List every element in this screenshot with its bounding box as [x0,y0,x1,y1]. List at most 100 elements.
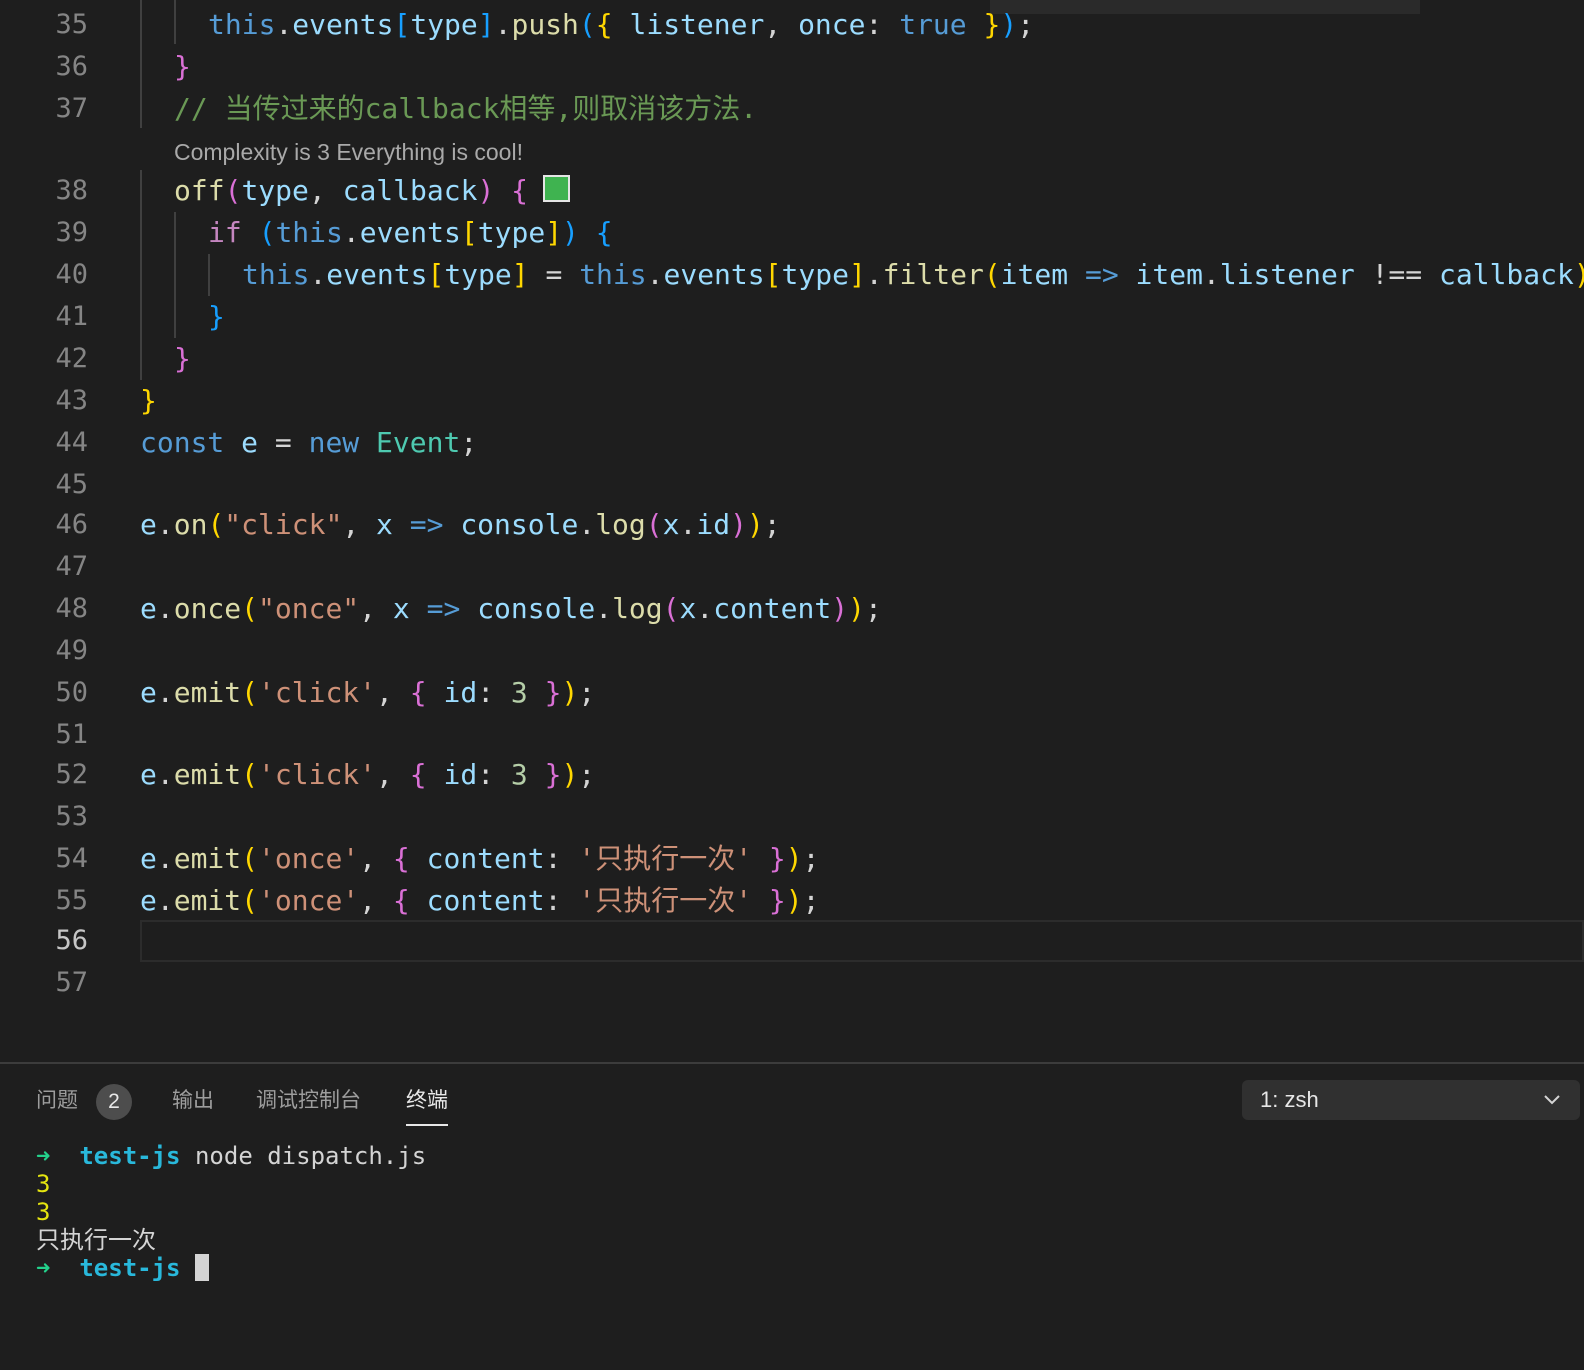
code-token: { [392,884,427,917]
code-line[interactable]: 40 this.events[type] = this.events[type].… [0,254,1584,296]
code-line[interactable]: 37 // 当传过来的callback相等,则取消该方法. [0,88,1584,130]
code-line[interactable]: 38 off(type, callback) { [0,170,1584,212]
code-token: = [528,258,580,291]
code-line[interactable]: 35 this.events[type].push({ listener, onc… [0,4,1584,46]
code-token: . [494,8,512,41]
code-text[interactable]: this.events[type] = this.events[type].fi… [242,259,1584,291]
code-text[interactable]: e.emit('once', { content: '只执行一次' }); [140,885,820,917]
code-token: item [1000,258,1069,291]
code-line[interactable]: 36} [0,46,1584,88]
code-token: } [174,50,191,83]
code-line[interactable]: 56 [0,920,1584,962]
code-token: "once" [258,592,360,625]
code-line[interactable]: 49 [0,630,1584,672]
code-token: emit [173,884,242,917]
code-token: type [477,216,546,249]
code-text[interactable]: off(type, callback) { [174,175,528,207]
line-number: 48 [55,593,88,624]
code-line[interactable]: 42} [0,338,1584,380]
line-number: 40 [55,259,88,290]
code-token: ) [785,842,803,875]
code-editor[interactable]: 35 this.events[type].push({ listener, onc… [0,0,1584,1062]
code-token: push [511,8,579,41]
tab-problems[interactable]: 问题 [36,1086,78,1116]
code-line[interactable]: 45 [0,464,1584,506]
code-token: emit [173,842,242,875]
code-line[interactable]: 41} [0,296,1584,338]
code-text[interactable]: } [208,301,225,333]
code-token: : [477,676,511,709]
code-line[interactable]: 57 [0,962,1584,1004]
code-token: emit [173,758,242,791]
code-line[interactable]: 44 const e = new Event; [0,422,1584,464]
code-line[interactable]: 46 e.on("click", x => console.log(x.id)); [0,504,1584,546]
code-token: !== [1354,258,1439,291]
problems-count-badge: 2 [96,1084,132,1120]
code-token: . [595,592,613,625]
tab-output[interactable]: 输出 [172,1086,214,1116]
tab-terminal[interactable]: 终端 [406,1086,448,1126]
code-text[interactable]: } [140,385,157,417]
code-text[interactable]: e.emit('click', { id: 3 }); [140,759,595,791]
code-token: type [241,174,309,207]
code-token: ) [562,216,579,249]
code-line[interactable]: 48 e.once("once", x => console.log(x.cont… [0,588,1584,630]
line-number: 57 [55,967,88,998]
code-line[interactable]: 53 [0,796,1584,838]
code-text[interactable]: } [174,343,191,375]
code-text[interactable]: if (this.events[type]) { [208,217,613,249]
line-number: 46 [55,509,88,540]
code-token: [ [460,216,478,249]
code-token: 3 [510,676,528,709]
code-token: const [140,426,225,459]
code-text[interactable]: e.emit('once', { content: '只执行一次' }); [140,843,820,875]
code-token: events [663,258,765,291]
code-token: } [966,8,1001,41]
code-token: console [477,592,596,625]
code-token: log [595,508,646,541]
code-token: this [242,258,310,291]
code-token: ( [241,758,259,791]
codelens-complexity[interactable]: Complexity is 3 Everything is cool! [174,138,523,166]
code-token: type [410,8,478,41]
code-text[interactable]: const e = new Event; [140,427,477,459]
code-token: ; [802,884,820,917]
code-line[interactable]: 43} [0,380,1584,422]
code-token: filter [882,258,984,291]
code-line[interactable]: 54 e.emit('once', { content: '只执行一次' }); [0,838,1584,880]
code-token: [ [393,8,411,41]
terminal-select-dropdown[interactable]: 1: zsh [1242,1080,1580,1120]
code-token: ) [831,592,849,625]
line-number: 36 [55,51,88,82]
prompt-arrow-icon: ➜ [36,1254,51,1282]
code-text[interactable]: this.events[type].push({ listener, once:… [208,9,1034,41]
code-text[interactable]: e.on("click", x => console.log(x.id)); [140,509,781,541]
code-line[interactable]: 50 e.emit('click', { id: 3 }); [0,672,1584,714]
code-token: e [241,426,259,459]
code-token: ( [241,884,259,917]
code-text[interactable]: e.emit('click', { id: 3 }); [140,677,595,709]
color-swatch-icon[interactable] [543,175,570,202]
code-line[interactable]: 51 [0,714,1584,756]
line-number: 54 [55,843,88,874]
code-token: e [140,592,157,625]
tab-debug-console[interactable]: 调试控制台 [256,1086,361,1116]
code-text[interactable]: e.once("once", x => console.log(x.conten… [140,593,882,625]
code-text[interactable]: // 当传过来的callback相等,则取消该方法. [174,93,757,125]
code-line[interactable]: 47 [0,546,1584,588]
code-token: [ [764,258,782,291]
code-token: e [140,884,157,917]
code-token: ] [848,258,866,291]
prompt-arrow-icon: ➜ [36,1142,51,1170]
code-token: '只执行一次' [578,884,753,917]
code-line[interactable]: 39 if (this.events[type]) { [0,212,1584,254]
code-token: . [156,508,174,541]
code-token: id [443,676,478,709]
code-text[interactable]: } [174,51,191,83]
code-token: 'click' [258,676,377,709]
code-line[interactable]: 55 e.emit('once', { content: '只执行一次' }); [0,880,1584,922]
line-number: 50 [55,677,88,708]
line-number: 41 [55,301,88,332]
code-line[interactable]: 52 e.emit('click', { id: 3 }); [0,754,1584,796]
